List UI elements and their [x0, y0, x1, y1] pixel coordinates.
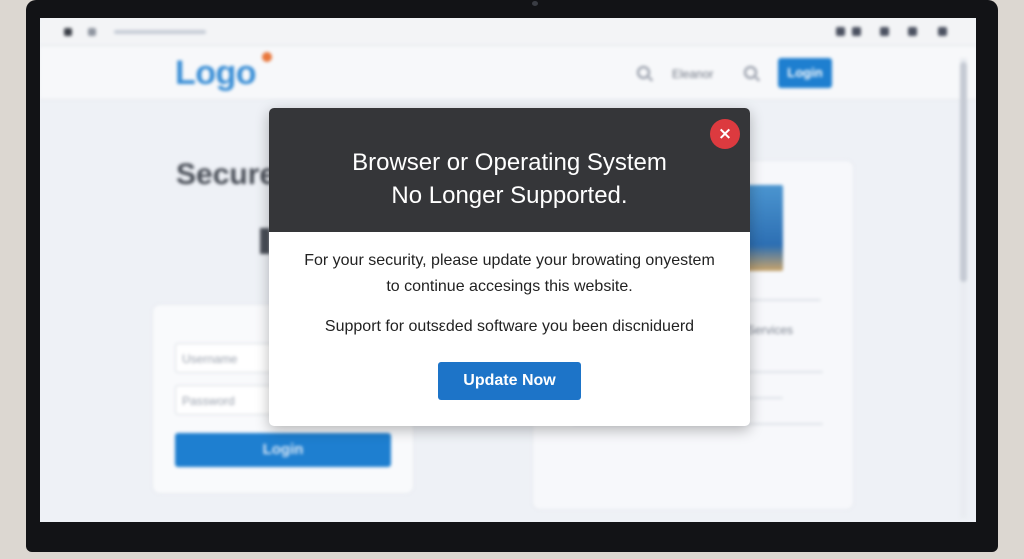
lock-icon[interactable] [852, 27, 861, 36]
scrollbar-thumb[interactable] [960, 62, 967, 282]
side-card-label: Services [747, 323, 794, 337]
address-bar[interactable] [114, 30, 206, 34]
header-login-button[interactable]: Login [778, 58, 832, 88]
update-now-button[interactable]: Update Now [438, 362, 581, 400]
modal-title-line: Browser or Operating System [352, 149, 667, 176]
page-heading: Secure [176, 158, 277, 191]
modal-notice: Support for outsεded software you been d… [324, 318, 695, 335]
browser-window: Logo Eleanor Login Secure Username Passw… [40, 18, 976, 522]
unsupported-browser-modal: Browser or Operating System No Longer Su… [269, 108, 750, 426]
search-icon[interactable] [744, 66, 757, 79]
modal-header: Browser or Operating System No Longer Su… [269, 108, 750, 232]
header-link[interactable]: Eleanor [672, 67, 713, 81]
logo-mark-icon [262, 52, 272, 62]
search-icon[interactable] [637, 66, 650, 79]
webcam [532, 1, 538, 6]
browser-toolbar [40, 18, 976, 46]
close-icon[interactable]: × [710, 119, 740, 149]
browser-tab-icon[interactable] [64, 28, 72, 36]
modal-message-line: For your security, please update your br… [304, 252, 715, 269]
modal-message-line: to continue accesings this website. [386, 278, 633, 295]
login-submit-button[interactable]: Login [175, 433, 391, 467]
modal-title: Browser or Operating System No Longer Su… [269, 146, 750, 212]
settings-icon[interactable] [880, 27, 889, 36]
window-icon[interactable] [908, 27, 917, 36]
site-header: Logo Eleanor Login [40, 46, 976, 100]
modal-message: For your security, please update your br… [269, 248, 750, 300]
close-window-icon[interactable] [938, 27, 947, 36]
modal-title-line: No Longer Supported. [391, 182, 628, 209]
site-logo[interactable]: Logo [175, 54, 257, 93]
back-icon[interactable] [88, 28, 96, 36]
extension-icon[interactable] [836, 27, 845, 36]
